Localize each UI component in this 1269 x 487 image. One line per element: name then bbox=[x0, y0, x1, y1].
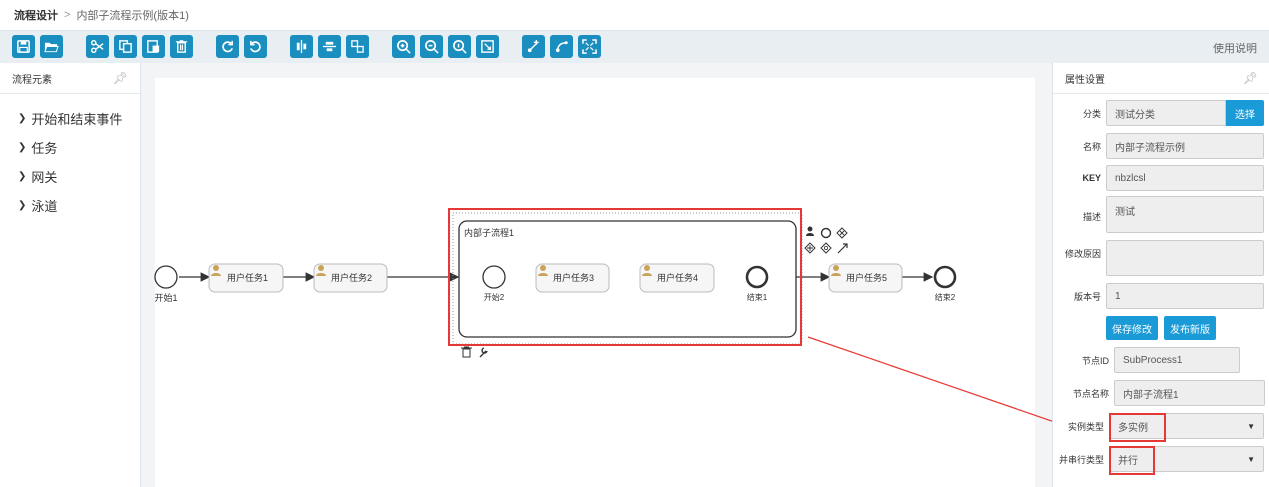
zoom-fit-icon bbox=[481, 40, 494, 53]
open-button[interactable] bbox=[40, 35, 63, 58]
key-field[interactable]: nbzlcsl bbox=[1106, 165, 1264, 191]
version-label: 版本号 bbox=[1073, 291, 1101, 302]
node-name-row: 节点名称 内部子流程1 bbox=[1053, 380, 1269, 406]
dropdown-arrow-icon: ▼ bbox=[1247, 454, 1255, 464]
element-group-label: 网关 bbox=[31, 170, 58, 185]
zoom-fit-button[interactable] bbox=[476, 35, 499, 58]
align-vertical-button[interactable] bbox=[290, 35, 313, 58]
key-row: KEY nbzlcsl bbox=[1053, 165, 1269, 191]
element-group-tasks[interactable]: ❯ 任务 bbox=[18, 133, 140, 162]
category-field[interactable]: 测试分类 bbox=[1106, 100, 1226, 126]
copy-icon bbox=[119, 40, 132, 53]
elements-panel-title: 流程元素 bbox=[12, 74, 52, 86]
elements-panel: 流程元素 📌︎ ❯ 开始和结束事件 ❯ 任务 ❯ 网关 ❯ 泳道 bbox=[0, 63, 141, 487]
save-changes-button[interactable]: 保存修改 bbox=[1106, 316, 1158, 340]
zoom-out-button[interactable] bbox=[420, 35, 443, 58]
zoom-in-button[interactable] bbox=[392, 35, 415, 58]
redo-button[interactable] bbox=[216, 35, 239, 58]
node-id-label: 节点ID bbox=[1081, 355, 1109, 366]
connect-add-icon bbox=[527, 39, 539, 53]
version-row: 版本号 1 bbox=[1053, 283, 1269, 309]
node-name-label: 节点名称 bbox=[1072, 388, 1109, 399]
pin-icon[interactable]: 📌︎ bbox=[1243, 71, 1258, 85]
redo-icon bbox=[222, 40, 233, 53]
undo-icon bbox=[250, 40, 261, 53]
reason-label: 修改原因 bbox=[1064, 249, 1101, 259]
zoom-actual-icon bbox=[453, 40, 467, 54]
pin-icon[interactable]: 📌︎ bbox=[113, 71, 128, 85]
reason-row: 修改原因 bbox=[1053, 240, 1269, 276]
dropdown-arrow-icon: ▼ bbox=[1247, 421, 1255, 431]
elements-list: ❯ 开始和结束事件 ❯ 任务 ❯ 网关 ❯ 泳道 bbox=[0, 94, 140, 220]
open-folder-icon bbox=[44, 42, 59, 53]
align-horizontal-icon bbox=[322, 41, 337, 52]
elements-panel-header: 流程元素 📌︎ bbox=[0, 63, 140, 94]
paste-button[interactable] bbox=[142, 35, 165, 58]
element-group-label: 任务 bbox=[31, 141, 58, 156]
description-row: 描述 测试 bbox=[1053, 196, 1269, 233]
breadcrumb-separator: > bbox=[64, 9, 71, 21]
element-group-label: 开始和结束事件 bbox=[31, 112, 123, 127]
chevron-right-icon: ❯ bbox=[18, 142, 27, 153]
same-size-button[interactable] bbox=[346, 35, 369, 58]
cut-icon bbox=[90, 39, 104, 54]
name-field[interactable]: 内部子流程示例 bbox=[1106, 133, 1264, 159]
name-label: 名称 bbox=[1082, 141, 1101, 152]
cut-button[interactable] bbox=[86, 35, 109, 58]
chevron-right-icon: ❯ bbox=[18, 171, 27, 182]
undo-button[interactable] bbox=[244, 35, 267, 58]
properties-panel-header: 属性设置 📌︎ bbox=[1053, 63, 1269, 94]
save-button[interactable] bbox=[12, 35, 35, 58]
chevron-right-icon: ❯ bbox=[18, 200, 27, 211]
element-group-lanes[interactable]: ❯ 泳道 bbox=[18, 191, 140, 220]
chevron-right-icon: ❯ bbox=[18, 113, 27, 124]
breadcrumb-current: 内部子流程示例(版本1) bbox=[76, 10, 189, 22]
same-size-icon bbox=[351, 40, 364, 53]
reason-field[interactable] bbox=[1106, 240, 1264, 276]
element-group-label: 泳道 bbox=[31, 199, 58, 214]
canvas-paper[interactable] bbox=[155, 78, 1035, 487]
breadcrumb: 流程设计 > 内部子流程示例(版本1) bbox=[0, 0, 1269, 30]
fullscreen-button[interactable] bbox=[578, 35, 601, 58]
properties-panel: 属性设置 📌︎ 分类 测试分类 选择 名称 内部子流程示例 KEY nbzlcs… bbox=[1052, 63, 1269, 487]
parallel-type-label: 并串行类型 bbox=[1058, 454, 1104, 465]
fullscreen-icon bbox=[582, 39, 597, 54]
zoom-actual-button[interactable] bbox=[448, 35, 471, 58]
align-horizontal-button[interactable] bbox=[318, 35, 341, 58]
version-field: 1 bbox=[1106, 283, 1264, 309]
key-label: KEY bbox=[1082, 173, 1101, 183]
paste-icon bbox=[147, 40, 160, 53]
zoom-in-icon bbox=[397, 40, 411, 54]
parallel-type-row: 并串行类型 并行 ▼ bbox=[1053, 446, 1269, 472]
connect-edit-button[interactable] bbox=[550, 35, 573, 58]
delete-icon bbox=[175, 40, 188, 53]
connect-add-button[interactable] bbox=[522, 35, 545, 58]
help-link[interactable]: 使用说明 bbox=[1213, 40, 1257, 56]
instance-type-label: 实例类型 bbox=[1067, 421, 1104, 432]
save-icon bbox=[17, 40, 30, 53]
category-row: 分类 测试分类 选择 bbox=[1053, 100, 1269, 126]
connect-edit-icon bbox=[555, 41, 568, 53]
zoom-out-icon bbox=[425, 40, 439, 54]
description-label: 描述 bbox=[1082, 212, 1101, 222]
node-id-row: 节点ID SubProcess1 bbox=[1053, 347, 1269, 373]
publish-version-button[interactable]: 发布新版 bbox=[1164, 316, 1216, 340]
node-id-field: SubProcess1 bbox=[1114, 347, 1240, 373]
category-label: 分类 bbox=[1082, 108, 1101, 119]
breadcrumb-root[interactable]: 流程设计 bbox=[14, 7, 58, 23]
properties-panel-title: 属性设置 bbox=[1065, 74, 1105, 86]
delete-button[interactable] bbox=[170, 35, 193, 58]
element-group-events[interactable]: ❯ 开始和结束事件 bbox=[18, 104, 140, 133]
name-row: 名称 内部子流程示例 bbox=[1053, 133, 1269, 159]
toolbar: 使用说明 bbox=[0, 30, 1269, 64]
description-field[interactable]: 测试 bbox=[1106, 196, 1264, 233]
element-group-gateways[interactable]: ❯ 网关 bbox=[18, 162, 140, 191]
canvas-area bbox=[141, 63, 1051, 487]
select-category-button[interactable]: 选择 bbox=[1226, 100, 1264, 126]
highlight-instance-type bbox=[1109, 413, 1166, 442]
node-name-field[interactable]: 内部子流程1 bbox=[1114, 380, 1265, 406]
copy-button[interactable] bbox=[114, 35, 137, 58]
highlight-parallel-type bbox=[1109, 446, 1155, 475]
align-vertical-icon bbox=[296, 39, 307, 54]
